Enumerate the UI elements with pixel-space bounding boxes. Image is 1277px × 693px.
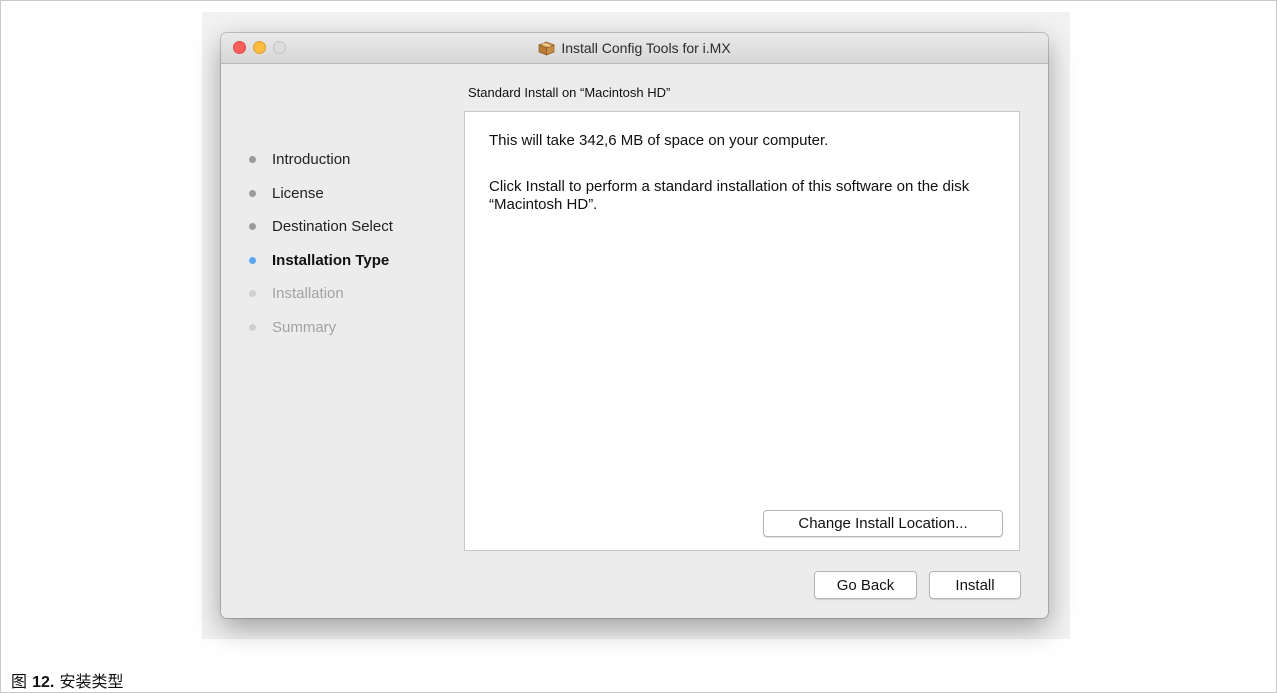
figure-caption: 图 12. 安装类型	[11, 668, 123, 692]
title-bar[interactable]: Install Config Tools for i.MX	[221, 33, 1048, 64]
step-dot	[249, 323, 256, 331]
step-label: License	[272, 184, 324, 202]
step-dot	[249, 156, 256, 164]
step-introduction: Introduction	[249, 143, 393, 177]
step-installation: Installation	[249, 277, 393, 311]
install-button[interactable]: Install	[929, 571, 1021, 599]
space-required-text: This will take 342,6 MB of space on your…	[489, 132, 829, 149]
step-label: Summary	[272, 318, 337, 336]
change-install-location-button[interactable]: Change Install Location...	[763, 510, 1003, 537]
step-summary: Summary	[249, 311, 393, 345]
section-title: Standard Install on “Macintosh HD”	[468, 85, 671, 100]
step-license: License	[249, 177, 393, 211]
installer-window: Install Config Tools for i.MX Standard I…	[221, 33, 1048, 618]
package-icon	[538, 41, 556, 56]
step-dot	[249, 189, 256, 197]
step-dot	[249, 223, 256, 231]
install-instructions-text: Click Install to perform a standard inst…	[489, 178, 970, 213]
step-label: Destination Select	[272, 218, 393, 236]
window-title-group: Install Config Tools for i.MX	[221, 33, 1048, 63]
step-label: Introduction	[272, 151, 351, 169]
step-label: Installation Type	[272, 251, 390, 269]
step-dot-active	[249, 256, 256, 264]
step-installation-type: Installation Type	[249, 244, 393, 278]
caption-prefix: 图	[11, 672, 28, 691]
steps-sidebar: Introduction License Destination Select …	[249, 143, 393, 344]
caption-number: 12.	[32, 674, 55, 691]
step-destination-select: Destination Select	[249, 210, 393, 244]
window-title: Install Config Tools for i.MX	[561, 40, 731, 56]
step-dot	[249, 290, 256, 298]
go-back-button[interactable]: Go Back	[814, 571, 917, 599]
step-label: Installation	[272, 285, 344, 303]
caption-text: 安装类型	[59, 672, 124, 691]
content-panel: This will take 342,6 MB of space on your…	[464, 111, 1020, 551]
